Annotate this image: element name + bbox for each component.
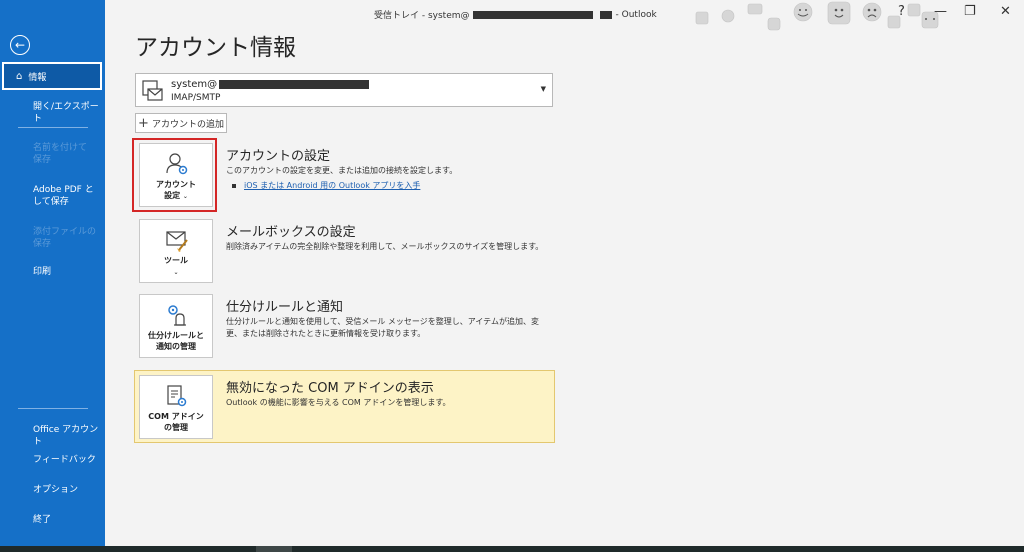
page-title: アカウント情報 — [135, 35, 296, 61]
add-account-button[interactable]: + アカウントの追加 — [135, 113, 227, 133]
backstage-sidebar: ← ⌂ 情報 開く/エクスポート 名前を付けて保存 Adobe PDF として保… — [0, 0, 105, 546]
mailbox-tools-button[interactable]: ツール ⌄ — [139, 219, 213, 283]
sidebar-item-feedback[interactable]: フィードバック — [33, 454, 96, 466]
sidebar-divider — [18, 408, 88, 409]
mailbox-broom-icon — [166, 231, 188, 252]
section-title-mailbox: メールボックスの設定 — [226, 225, 356, 240]
plus-icon: + — [138, 115, 149, 131]
sidebar-item-save-as-pdf[interactable]: Adobe PDF として保存 — [33, 184, 99, 208]
section-desc-mailbox: 削除済みアイテムの完全削除や整理を利用して、メールボックスのサイズを管理します。 — [226, 242, 544, 251]
home-icon: ⌂ — [16, 70, 23, 82]
sidebar-item-exit[interactable]: 終了 — [33, 514, 51, 526]
get-mobile-app-link[interactable]: iOS または Android 用の Outlook アプリを入手 — [244, 180, 420, 191]
redacted-email-end — [599, 10, 612, 19]
sidebar-item-info[interactable]: ⌂ 情報 — [2, 62, 102, 90]
sidebar-item-save-attachments: 添付ファイルの保存 — [33, 227, 97, 249]
sidebar-item-open-export[interactable]: 開く/エクスポート — [33, 101, 105, 125]
taskbar-segment — [256, 546, 292, 552]
section-desc-com-addins: Outlook の機能に影響を与える COM アドインを管理します。 — [226, 398, 451, 407]
title-bar-decoration — [695, 1, 939, 31]
restore-icon[interactable]: ❐ — [964, 4, 976, 19]
redacted-email — [472, 10, 593, 19]
tile-label: ツール ⌄ — [164, 256, 188, 276]
manage-rules-button[interactable]: 仕分けルールと 通知の管理 — [139, 294, 213, 358]
chevron-down-icon: ⌄ — [173, 269, 179, 276]
section-title-rules: 仕分けルールと通知 — [226, 300, 344, 315]
chevron-down-icon[interactable]: ▼ — [541, 85, 546, 93]
rules-bell-icon — [168, 305, 186, 326]
manage-com-addins-button[interactable]: COM アドイン の管理 — [139, 375, 213, 439]
sidebar-item-office-account[interactable]: Office アカウント — [33, 424, 105, 448]
minimize-icon[interactable]: — — [934, 4, 947, 19]
redacted-email — [219, 80, 370, 89]
back-arrow-icon[interactable]: ← — [10, 35, 30, 55]
section-desc-rules: 仕分けルールと通知を使用して、受信メール メッセージを整理し、アイテムが追加、変… — [226, 317, 539, 338]
highlight-box — [132, 138, 217, 212]
help-icon[interactable]: ? — [898, 4, 905, 19]
com-addins-icon — [167, 385, 187, 407]
sidebar-divider — [18, 127, 88, 128]
account-type: IMAP/SMTP — [171, 93, 221, 103]
window-title: 受信トレイ - system@ - Outlook — [374, 9, 657, 22]
section-title-account-settings: アカウントの設定 — [226, 149, 331, 164]
taskbar-strip — [0, 546, 1024, 552]
section-desc-account-settings: このアカウントの設定を変更、または追加の接続を設定します。 — [226, 166, 458, 175]
sidebar-item-print[interactable]: 印刷 — [33, 266, 51, 278]
section-title-com-addins: 無効になった COM アドインの表示 — [226, 381, 434, 396]
bullet-icon — [232, 183, 236, 188]
tile-label: 仕分けルールと 通知の管理 — [148, 331, 204, 351]
close-icon[interactable]: ✕ — [1000, 4, 1011, 19]
account-email: system@ — [171, 79, 372, 90]
mail-account-icon — [142, 80, 163, 101]
tile-label: COM アドイン の管理 — [148, 412, 204, 432]
sidebar-item-options[interactable]: オプション — [33, 484, 78, 496]
mobile-app-link-row: iOS または Android 用の Outlook アプリを入手 — [232, 180, 420, 191]
sidebar-item-save-as: 名前を付けて保存 — [33, 143, 88, 165]
account-selector[interactable]: system@ IMAP/SMTP ▼ — [135, 73, 553, 107]
